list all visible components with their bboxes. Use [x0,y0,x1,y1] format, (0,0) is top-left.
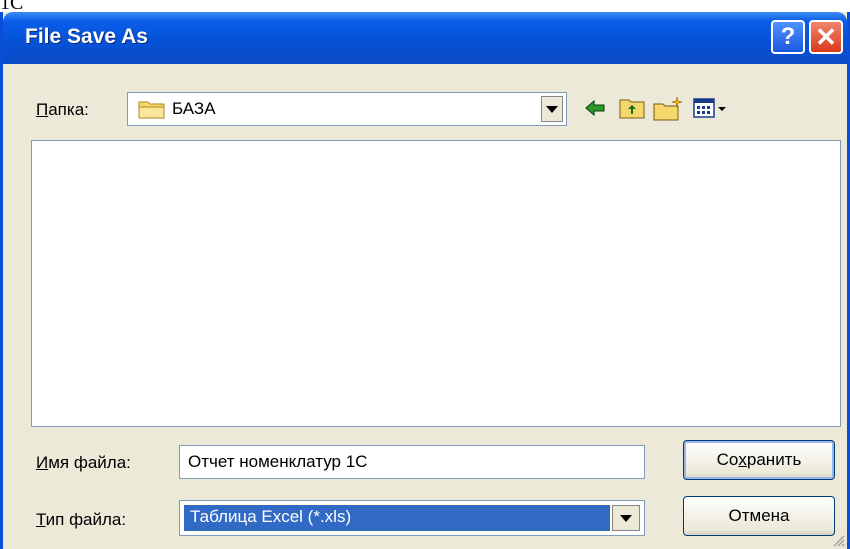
filename-input[interactable] [179,445,645,479]
view-menu-icon[interactable] [693,96,731,120]
cancel-button[interactable]: Отмена [683,496,835,536]
filetype-dropdown-button[interactable] [612,505,640,531]
folder-combo[interactable]: БАЗА [127,92,567,126]
up-folder-icon[interactable] [619,96,645,120]
folder-dropdown-button[interactable] [541,96,563,122]
close-button[interactable]: ✕ [809,20,843,54]
filetype-combo[interactable]: Таблица Excel (*.xls) [179,500,645,536]
filename-label: Имя файла: [36,453,131,472]
help-button[interactable]: ? [771,20,805,54]
folder-label: Папка: [36,100,89,119]
dialog-title: File Save As [25,25,148,48]
save-button[interactable]: Со х ранить [683,440,835,480]
file-list[interactable] [31,140,841,427]
file-save-dialog: File Save As ? ✕ Папка: БАЗА Имя файла: … [0,12,850,549]
current-folder-name: БАЗА [172,99,216,118]
question-mark-icon: ? [780,23,796,50]
close-icon: ✕ [815,21,837,52]
chevron-down-icon [620,514,632,522]
title-bar[interactable]: File Save As ? ✕ [3,12,847,64]
new-folder-icon[interactable] [653,96,683,122]
resize-grip-icon[interactable] [831,533,845,547]
back-arrow-icon[interactable] [583,96,607,120]
folder-icon [138,101,165,119]
filetype-label: Тип файла: [36,510,127,529]
chevron-down-icon [546,105,558,113]
filetype-selected-value: Таблица Excel (*.xls) [183,504,611,532]
